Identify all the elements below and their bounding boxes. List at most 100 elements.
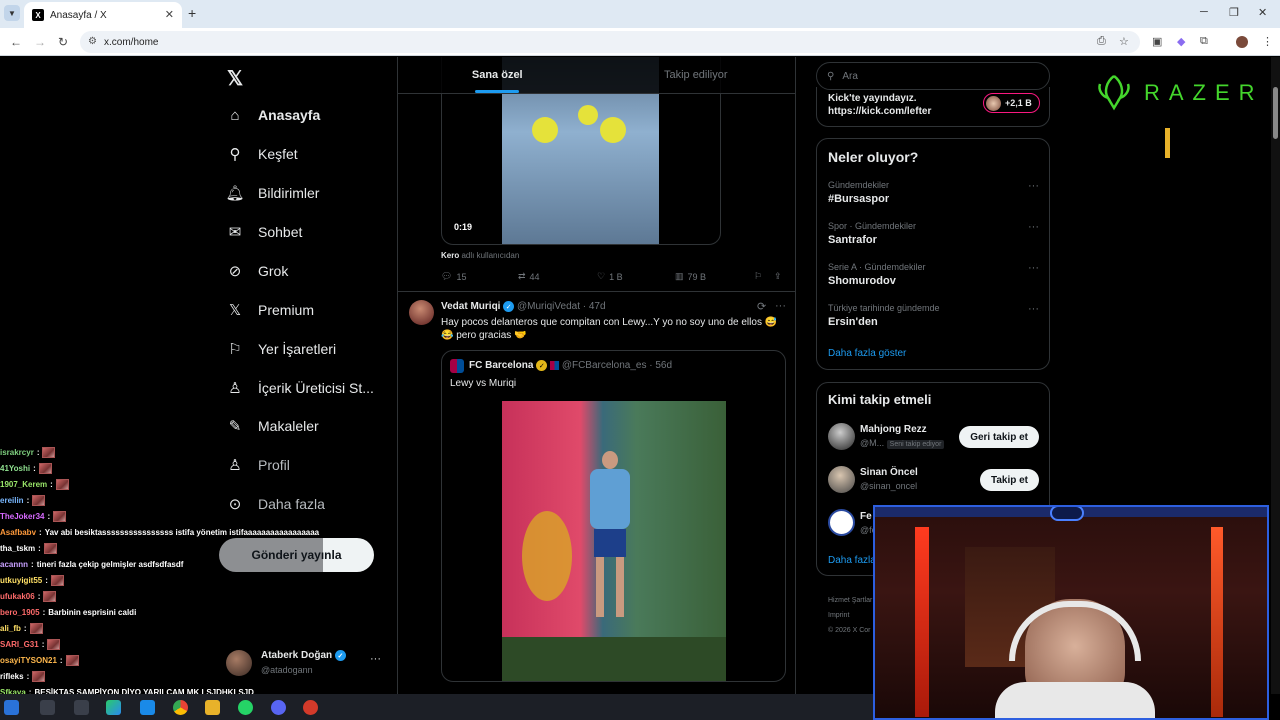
browser-menu-icon[interactable]: ⋮ xyxy=(1262,35,1273,48)
edge-icon[interactable] xyxy=(140,700,155,715)
chat-username: 41Yoshi xyxy=(0,463,31,473)
suggest-name[interactable]: Sinan Öncel xyxy=(860,467,918,478)
trend-item[interactable]: Gündemdekiler #Bursaspor xyxy=(828,180,889,205)
chrome-icon[interactable] xyxy=(173,700,188,715)
grok-icon: ⊘ xyxy=(228,263,242,280)
more-icon[interactable]: ··· xyxy=(1028,303,1039,315)
creator-icon: ♙ xyxy=(228,380,242,397)
back-icon[interactable]: ← xyxy=(10,35,22,49)
nav-explore[interactable]: ⚲ Keşfet xyxy=(226,145,298,163)
nav-premium[interactable]: 𝕏 Premium xyxy=(226,301,314,319)
repost-action[interactable]: ⇄ 44 xyxy=(518,271,540,282)
search-box[interactable]: ⚲ Ara xyxy=(816,62,1050,90)
like-action[interactable]: ♡ 1 B xyxy=(597,271,623,282)
quoted-photo[interactable] xyxy=(502,401,726,681)
discord-icon[interactable] xyxy=(271,700,286,715)
follow-button[interactable]: Takip et xyxy=(979,469,1039,491)
tab-for-you[interactable]: Sana özel xyxy=(398,57,597,93)
more-icon[interactable]: ··· xyxy=(1028,180,1039,192)
x-logo-icon[interactable]: 𝕏 xyxy=(227,66,243,91)
views-action[interactable]: ▥ 79 B xyxy=(675,271,706,282)
chat-colon: : xyxy=(36,447,40,457)
suggest-name[interactable]: Mahjong Rezz xyxy=(860,424,927,435)
reply-icon: 💬︎ xyxy=(441,271,453,281)
chat-emote-icon xyxy=(29,622,43,634)
reload-icon[interactable]: ↻ xyxy=(58,35,68,49)
more-icon[interactable]: ··· xyxy=(370,653,381,665)
nav-creator-studio[interactable]: ♙ İçerik Üreticisi St... xyxy=(226,379,374,397)
kick-card: Kick'te yayındayız. https://kick.com/lef… xyxy=(816,87,1050,127)
razer-snake-icon xyxy=(1098,75,1130,111)
install-app-icon[interactable]: ⎙ xyxy=(1097,35,1106,48)
nav-articles[interactable]: ✎ Makaleler xyxy=(226,417,319,435)
site-info-icon[interactable]: ⚙ xyxy=(88,36,97,47)
tweet-time[interactable]: · 47d xyxy=(583,301,606,312)
forward-icon[interactable]: → xyxy=(34,35,46,49)
copilot-icon[interactable] xyxy=(106,700,121,715)
extension-icon[interactable]: ▣ xyxy=(1152,35,1162,48)
restore-icon[interactable]: ❐ xyxy=(1229,6,1239,19)
explorer-icon[interactable] xyxy=(205,700,220,715)
tab-search-icon[interactable]: ▼ xyxy=(4,5,20,21)
nav-chat[interactable]: ✉ Sohbet xyxy=(226,223,303,241)
led-strip xyxy=(1211,527,1223,717)
more-icon[interactable]: ··· xyxy=(1028,221,1039,233)
avatar[interactable] xyxy=(409,300,434,325)
reply-action[interactable]: 💬︎ 15 xyxy=(441,271,466,282)
footer-link[interactable]: Hizmet Şartları xyxy=(828,593,874,608)
extension-2-icon[interactable]: ◆ xyxy=(1177,35,1185,48)
nav-home[interactable]: ⌂ Anasayfa xyxy=(226,106,320,124)
start-icon[interactable] xyxy=(4,700,19,715)
trend-item[interactable]: Serie A · Gündemdekiler Shomurodov xyxy=(828,262,926,287)
extensions-puzzle-icon[interactable]: ⧉ xyxy=(1200,35,1208,48)
chat-line: israkrcyr: xyxy=(0,444,330,460)
tab-close-icon[interactable]: ✕ xyxy=(165,8,174,21)
window-close-icon[interactable]: ✕ xyxy=(1258,6,1267,19)
avatar[interactable] xyxy=(828,423,855,450)
chat-message: tineri fazla çekip gelmişler asdfsdfasdf xyxy=(36,559,184,569)
kick-link[interactable]: https://kick.com/lefter xyxy=(828,105,931,118)
nav-label: Anasayfa xyxy=(258,107,321,123)
tab-following[interactable]: Takip ediliyor xyxy=(597,57,796,93)
share-action[interactable]: ⇪ xyxy=(774,271,782,282)
app-icon[interactable] xyxy=(303,700,318,715)
minimize-icon[interactable]: ─ xyxy=(1200,6,1208,18)
follow-back-button[interactable]: Geri takip et xyxy=(959,426,1039,448)
nav-notifications[interactable]: 🔔︎ Bildirimler xyxy=(225,184,319,202)
browser-tab[interactable]: X Anasayfa / X ✕ xyxy=(24,2,182,28)
nav-bookmarks[interactable]: ⚐ Yer İşaretleri xyxy=(226,340,336,358)
trends-card: Neler oluyor? Gündemdekiler #Bursaspor ·… xyxy=(816,138,1050,370)
avatar[interactable] xyxy=(828,509,855,536)
chat-colon: : xyxy=(31,559,34,569)
new-tab-icon[interactable]: + xyxy=(188,5,196,21)
show-more-link[interactable]: Daha fazla göster xyxy=(828,348,906,359)
suggest-name[interactable]: Fe xyxy=(860,511,872,522)
credit-name[interactable]: Kero xyxy=(441,251,459,260)
grok-explain-icon[interactable]: ⟳ xyxy=(757,300,766,313)
footer-link[interactable]: Imprint xyxy=(828,608,874,623)
url-field[interactable]: ⚙ x.com/home xyxy=(80,31,1140,53)
avatar[interactable] xyxy=(828,466,855,493)
browser-profile-avatar[interactable] xyxy=(1236,36,1248,48)
x-favicon-icon: X xyxy=(32,9,44,21)
more-icon[interactable]: ··· xyxy=(1028,262,1039,274)
verified-badge-icon: ✓ xyxy=(334,650,346,661)
more-icon[interactable]: ··· xyxy=(775,300,786,312)
bookmark-action[interactable]: ⚐ xyxy=(754,271,762,282)
nav-label: Premium xyxy=(258,302,315,318)
search-taskbar-icon[interactable] xyxy=(40,700,55,715)
scrollbar[interactable] xyxy=(1271,57,1280,694)
show-more-link[interactable]: Daha fazla xyxy=(828,555,876,566)
quoted-tweet[interactable]: FC Barcelona ✓ @FCBarcelona_es · 56d Lew… xyxy=(441,350,786,682)
scrollbar-thumb[interactable] xyxy=(1273,87,1278,139)
tweet-author-name[interactable]: Vedat Muriqi xyxy=(441,301,500,312)
bookmark-star-icon[interactable]: ☆ xyxy=(1119,35,1129,48)
task-view-icon[interactable] xyxy=(74,700,89,715)
spaces-badge[interactable]: +2,1 B xyxy=(983,93,1040,113)
share-icon: ⇪ xyxy=(774,271,782,281)
nav-grok[interactable]: ⊘ Grok xyxy=(226,262,289,280)
whatsapp-icon[interactable] xyxy=(238,700,253,715)
trend-item[interactable]: Spor · Gündemdekiler Santrafor xyxy=(828,221,916,246)
tweet-author-handle[interactable]: @MuriqiVedat xyxy=(517,301,580,312)
trend-item[interactable]: Türkiye tarihinde gündemde Ersin'den xyxy=(828,303,940,328)
